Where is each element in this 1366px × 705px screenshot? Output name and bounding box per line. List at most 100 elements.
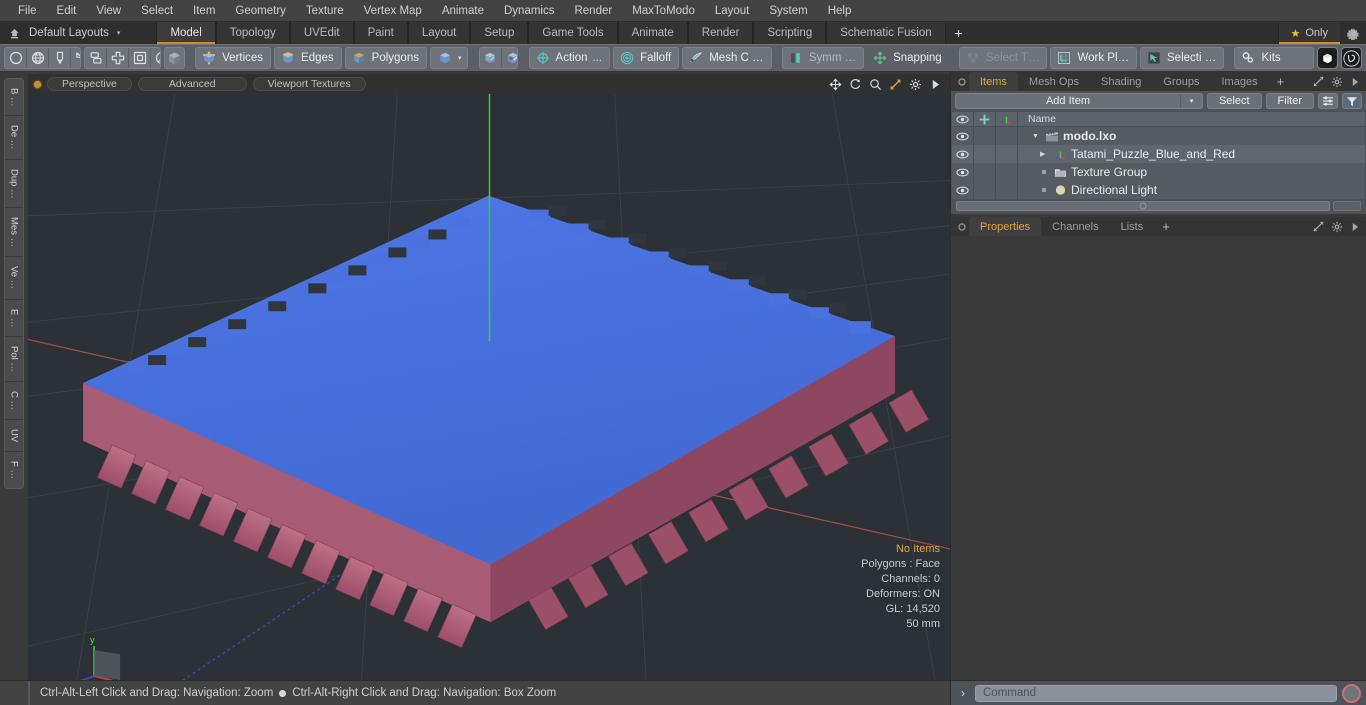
circle-icon[interactable] — [5, 48, 27, 68]
add-layout-tab-button[interactable]: + — [945, 22, 972, 44]
filter-button[interactable]: Filter — [1265, 93, 1314, 109]
tab-layout[interactable]: Layout — [407, 22, 471, 44]
tab-schematic-fusion[interactable]: Schematic Fusion — [826, 22, 946, 44]
row-lock-cell[interactable] — [974, 145, 996, 163]
scale-box-icon[interactable] — [129, 48, 152, 68]
modo-cube-icon[interactable] — [1317, 47, 1339, 69]
symmetry-button[interactable]: Symm … — [781, 47, 865, 69]
cube-snap-b-icon[interactable] — [502, 48, 518, 68]
globe-icon[interactable] — [27, 48, 49, 68]
expander-triangle-icon[interactable]: ▶ — [1040, 150, 1049, 158]
tab-paint[interactable]: Paint — [353, 22, 408, 44]
row-visibility-eye-icon[interactable] — [952, 163, 974, 181]
gear-icon[interactable] — [1330, 75, 1343, 88]
table-row[interactable]: ▶ Tatami_Puzzle_Blue_and_Red — [952, 145, 1365, 163]
row-visibility-eye-icon[interactable] — [952, 181, 974, 199]
item-row-mesh[interactable]: ▶ Tatami_Puzzle_Blue_and_Red — [1018, 145, 1365, 163]
table-row[interactable]: ▼ modo.lxo — [952, 127, 1365, 145]
menu-item-dynamics[interactable]: Dynamics — [494, 0, 564, 22]
select-through-button[interactable]: Select T… — [958, 47, 1048, 69]
tab-uvedit[interactable]: UVEdit — [289, 22, 354, 44]
magnifier-icon[interactable] — [868, 77, 882, 91]
only-toggle[interactable]: ★ Only — [1277, 22, 1340, 44]
tab-groups[interactable]: Groups — [1152, 72, 1211, 91]
menu-item-vertex-map[interactable]: Vertex Map — [354, 0, 432, 22]
row-lock-cell[interactable] — [974, 181, 996, 199]
selection-mode-dropdown[interactable]: ▾ — [429, 47, 469, 69]
tab-lists[interactable]: Lists — [1109, 217, 1155, 236]
item-row-texture-group[interactable]: Texture Group — [1018, 163, 1365, 181]
row-lock-cell[interactable] — [974, 163, 996, 181]
sidebar-tab-edge[interactable]: E … — [5, 300, 23, 338]
sidebar-tab-basic[interactable]: B … — [5, 79, 23, 117]
expand-diagonal-icon[interactable] — [1312, 220, 1325, 233]
sidebar-tab-fusion[interactable]: F … — [5, 452, 23, 488]
layout-selector[interactable]: Default Layouts ▾ — [0, 22, 120, 44]
viewport-3d[interactable]: y z x No Items Polygons : Face Channels:… — [28, 94, 950, 680]
menu-item-geometry[interactable]: Geometry — [225, 0, 296, 22]
panel-menu-dot-icon[interactable] — [955, 217, 969, 236]
pen-icon[interactable] — [49, 48, 71, 68]
menu-item-file[interactable]: File — [8, 0, 47, 22]
row-axis-cell[interactable] — [996, 127, 1018, 145]
viewport-view-mode-button[interactable]: Perspective — [47, 77, 132, 91]
menu-item-view[interactable]: View — [86, 0, 131, 22]
row-visibility-eye-icon[interactable] — [952, 127, 974, 145]
sidebar-tab-curve[interactable]: C … — [5, 382, 23, 421]
tab-game-tools[interactable]: Game Tools — [528, 22, 618, 44]
tab-shading[interactable]: Shading — [1090, 72, 1153, 91]
sidebar-tab-deform[interactable]: De … — [5, 116, 23, 160]
sidebar-tab-vertex[interactable]: Ve … — [5, 257, 23, 300]
tab-scripting[interactable]: Scripting — [753, 22, 827, 44]
panel-menu-dot-icon[interactable] — [955, 72, 969, 91]
play-triangle-icon[interactable] — [928, 77, 942, 91]
tab-properties[interactable]: Properties — [969, 217, 1042, 236]
row-axis-cell[interactable] — [996, 181, 1018, 199]
cube-icon[interactable] — [164, 47, 185, 69]
tab-animate[interactable]: Animate — [617, 22, 688, 44]
menu-item-system[interactable]: System — [759, 0, 817, 22]
menu-item-animate[interactable]: Animate — [432, 0, 494, 22]
record-circle-icon[interactable] — [1342, 683, 1361, 703]
select-button[interactable]: Select — [1206, 93, 1262, 109]
viewport-shading-button[interactable]: Advanced — [137, 77, 247, 91]
home-icon[interactable] — [5, 24, 23, 42]
move-plus-icon[interactable] — [107, 48, 130, 68]
curve-icon[interactable] — [71, 48, 81, 68]
falloff-button[interactable]: Falloff — [613, 47, 680, 69]
table-row[interactable]: Directional Light — [952, 181, 1365, 199]
gear-icon[interactable] — [1330, 220, 1343, 233]
row-lock-cell[interactable] — [974, 127, 996, 145]
unreal-icon[interactable] — [1341, 47, 1363, 69]
menu-item-item[interactable]: Item — [183, 0, 225, 22]
tab-mesh-ops[interactable]: Mesh Ops — [1017, 72, 1091, 91]
row-visibility-eye-icon[interactable] — [952, 145, 974, 163]
add-item-button[interactable]: Add Item ▾ — [955, 93, 1203, 109]
selection-mode-vertices[interactable]: Vertices — [195, 47, 272, 69]
tab-setup[interactable]: Setup — [470, 22, 529, 44]
funnel-icon[interactable] — [1342, 93, 1362, 109]
item-row-scene[interactable]: ▼ modo.lxo — [1018, 127, 1365, 145]
viewport-textures-button[interactable]: Viewport Textures — [252, 77, 366, 91]
play-triangle-icon[interactable] — [1348, 220, 1361, 233]
command-input[interactable]: Command — [975, 684, 1337, 702]
rotate-arrow-icon[interactable] — [848, 77, 862, 91]
tab-topology[interactable]: Topology — [215, 22, 290, 44]
selection-mode-edges[interactable]: Edges — [274, 47, 342, 69]
expand-diagonal-icon[interactable] — [1312, 75, 1325, 88]
cube-snap-a-icon[interactable] — [480, 48, 502, 68]
sidebar-tab-uv[interactable]: UV — [5, 420, 23, 453]
gear-icon[interactable] — [1340, 22, 1366, 44]
rotate-circle-icon[interactable] — [151, 48, 161, 68]
fit-diagonal-icon[interactable] — [888, 77, 902, 91]
list-options-icon[interactable] — [1318, 93, 1338, 109]
sidebar-tab-polygon[interactable]: Pol … — [5, 337, 23, 383]
tab-images[interactable]: Images — [1210, 72, 1269, 91]
snapping-button[interactable]: Snapping — [867, 47, 949, 69]
tab-render[interactable]: Render — [687, 22, 754, 44]
menu-item-maxtomodo[interactable]: MaxToModo — [622, 0, 705, 22]
expander-triangle-icon[interactable]: ▼ — [1032, 133, 1041, 140]
tab-model[interactable]: Model — [156, 22, 216, 44]
mirror-icon[interactable] — [85, 48, 108, 68]
play-triangle-icon[interactable] — [1348, 75, 1361, 88]
